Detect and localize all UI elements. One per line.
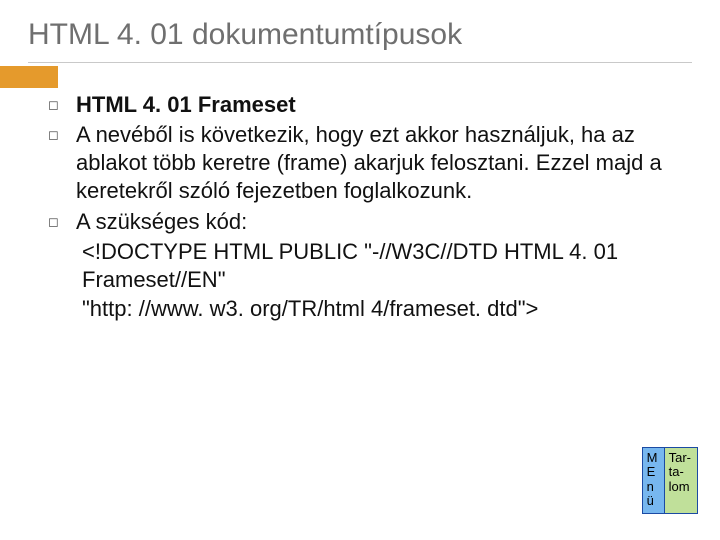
code-line: <!DOCTYPE HTML PUBLIC "-//W3C//DTD HTML … xyxy=(46,238,686,294)
nav-box: M E n ü Tar- ta- lom xyxy=(642,447,698,514)
bullet-icon: ◻ xyxy=(46,121,76,205)
code-line: "http: //www. w3. org/TR/html 4/frameset… xyxy=(46,295,686,323)
list-item: ◻ A nevéből is következik, hogy ezt akko… xyxy=(46,121,686,205)
slide: HTML 4. 01 dokumentumtípusok ◻ HTML 4. 0… xyxy=(0,0,720,540)
menu-button[interactable]: M E n ü xyxy=(642,447,664,514)
bullet-icon: ◻ xyxy=(46,91,76,119)
list-item-text: HTML 4. 01 Frameset xyxy=(76,91,686,119)
toc-button[interactable]: Tar- ta- lom xyxy=(664,447,698,514)
list-item-text: A nevéből is következik, hogy ezt akkor … xyxy=(76,121,686,205)
list-item-text: A szükséges kód: xyxy=(76,208,686,236)
accent-bar xyxy=(0,66,58,88)
list-item: ◻ A szükséges kód: xyxy=(46,208,686,236)
slide-title: HTML 4. 01 dokumentumtípusok xyxy=(28,18,692,52)
bullet-icon: ◻ xyxy=(46,208,76,236)
list-item: ◻ HTML 4. 01 Frameset xyxy=(46,91,686,119)
slide-body: ◻ HTML 4. 01 Frameset ◻ A nevéből is köv… xyxy=(28,91,692,323)
title-rule xyxy=(28,62,692,63)
